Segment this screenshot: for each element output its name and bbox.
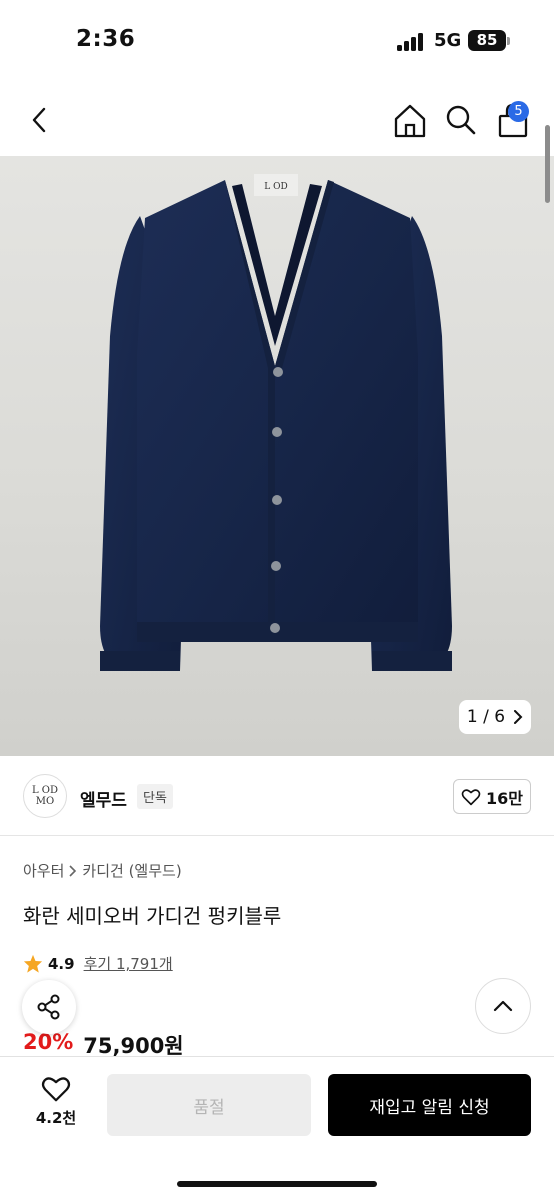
signal-icon	[397, 33, 425, 51]
brand-like-count: 16만	[486, 788, 523, 808]
brand-like-button[interactable]: 16만	[453, 779, 531, 814]
scrollbar[interactable]	[545, 125, 550, 203]
restock-alert-button[interactable]: 재입고 알림 신청	[328, 1074, 531, 1136]
bottom-action-bar: 4.2천 품절 재입고 알림 신청	[0, 1056, 554, 1200]
heart-icon	[461, 788, 481, 805]
back-button[interactable]	[20, 100, 60, 140]
search-button[interactable]	[441, 100, 481, 140]
product-image[interactable]: L OD	[0, 156, 554, 756]
battery-tip	[507, 37, 510, 45]
wishlist-count: 4.2천	[35, 1109, 77, 1127]
rating-row: 4.9 후기 1,791개	[23, 953, 173, 974]
breadcrumb: 아우터 카디건 (엘무드)	[23, 860, 182, 881]
home-button[interactable]	[389, 100, 431, 142]
home-indicator	[177, 1181, 377, 1187]
star-icon	[23, 954, 43, 973]
share-icon	[37, 994, 60, 1020]
image-counter-button[interactable]: 1 / 6	[459, 700, 531, 734]
brand-name[interactable]: 엘무드	[80, 786, 127, 811]
product-title: 화란 세미오버 가디건 펑키블루	[23, 904, 282, 928]
breadcrumb-item[interactable]: 아우터	[23, 860, 64, 881]
svg-text:L OD: L OD	[264, 182, 287, 192]
cart-count-badge: 5	[508, 101, 529, 122]
network-label: 5G	[434, 30, 462, 51]
status-time: 2:36	[76, 26, 136, 52]
soldout-button: 품절	[107, 1074, 311, 1136]
brand-logo[interactable]: L OD MO	[23, 774, 67, 818]
breadcrumb-item[interactable]: 카디건 (엘무드)	[82, 860, 181, 881]
chevron-right-icon	[514, 710, 523, 724]
chevron-left-icon	[32, 107, 46, 133]
brand-logo-line1: L OD	[31, 785, 59, 796]
exclusive-badge: 단독	[137, 784, 173, 809]
search-icon	[446, 105, 476, 135]
nav-bar	[0, 84, 554, 156]
brand-logo-line2: MO	[35, 796, 55, 807]
chevron-right-icon	[69, 864, 77, 877]
rating-score: 4.9	[48, 954, 75, 973]
share-button[interactable]	[22, 980, 76, 1034]
brand-row: L OD MO 엘무드 단독 16만	[0, 756, 554, 836]
home-icon	[394, 104, 426, 138]
review-link[interactable]: 후기 1,791개	[84, 953, 173, 974]
cardigan-illustration: L OD	[100, 174, 452, 671]
chevron-up-icon	[493, 1000, 513, 1012]
scroll-top-button[interactable]	[475, 978, 531, 1034]
image-counter: 1 / 6	[466, 707, 506, 727]
battery-icon: 85	[468, 30, 506, 51]
status-bar: 2:36 5G 85	[0, 0, 554, 84]
wishlist-button[interactable]: 4.2천	[20, 1075, 92, 1139]
heart-icon	[41, 1077, 71, 1102]
